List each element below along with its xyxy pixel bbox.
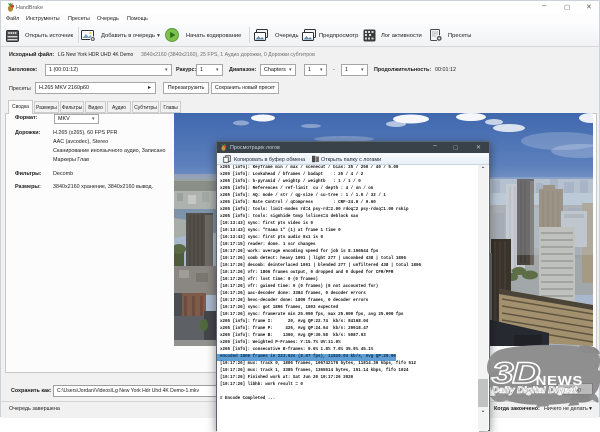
- svg-text:Daily Digital Digest: Daily Digital Digest: [492, 384, 578, 395]
